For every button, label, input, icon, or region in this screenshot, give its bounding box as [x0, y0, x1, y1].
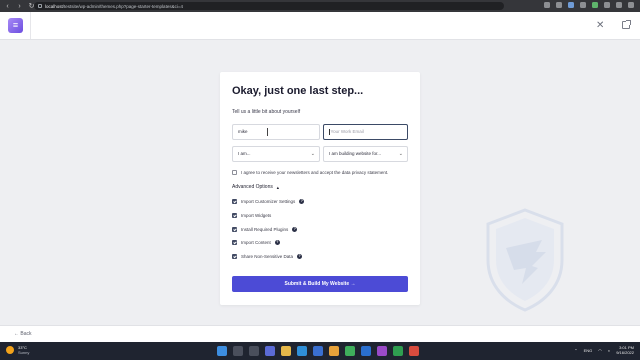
email-placeholder: Your Work Email — [330, 129, 364, 134]
whatsapp-icon[interactable] — [345, 346, 355, 356]
role-select[interactable]: I am... ⌄ — [232, 146, 320, 162]
profile-icon[interactable] — [616, 2, 622, 8]
chat-icon[interactable] — [265, 346, 275, 356]
start-icon[interactable] — [217, 346, 227, 356]
extension-icon[interactable] — [544, 2, 550, 8]
wizard-header: ≡ ✕ — [0, 12, 640, 40]
external-link-icon[interactable] — [622, 20, 631, 29]
newsletter-label: I agree to receive your newsletters and … — [241, 170, 389, 175]
premiere-icon[interactable] — [377, 346, 387, 356]
option-label: Share Non-Sensitive Data — [241, 254, 294, 259]
extensions-puzzle-icon[interactable] — [604, 2, 610, 8]
email-input[interactable]: Your Work Email — [323, 124, 408, 140]
info-icon[interactable]: ? — [274, 240, 280, 245]
tray-chevron-icon[interactable]: ⌃ — [574, 348, 577, 353]
option-row[interactable]: Import Widgets — [232, 213, 271, 218]
info-icon[interactable]: ? — [292, 227, 298, 232]
chevron-down-icon: ⌄ — [398, 151, 403, 157]
menu-icon[interactable] — [628, 2, 634, 8]
clock-date: 9/16/2022 — [616, 350, 634, 355]
purpose-select[interactable]: I am building website for... ⌄ — [323, 146, 408, 162]
extension-icon[interactable] — [556, 2, 562, 8]
address-text: localhost/testsite/wp-admin/themes.php?p… — [45, 3, 183, 9]
brand-logo-icon: ≡ — [8, 18, 23, 33]
subtitle: Tell us a little bit about yourself — [232, 109, 301, 115]
wifi-icon[interactable]: ◠ — [598, 348, 602, 353]
taskbar: 33°C Sunny ⌃ ENG ◠ ◖ 3:01 PM 9/16/2022 — [0, 342, 640, 360]
volume-icon[interactable]: ◖ — [608, 348, 610, 353]
info-icon[interactable]: ? — [299, 199, 305, 204]
option-label: Import Content — [241, 240, 271, 245]
file-explorer-icon[interactable] — [281, 346, 291, 356]
language-indicator[interactable]: ENG — [584, 348, 593, 353]
option-checkbox[interactable] — [232, 254, 237, 259]
arrow-right-icon: → — [350, 281, 356, 287]
option-checkbox[interactable] — [232, 240, 237, 245]
page-title: Okay, just one last step... — [232, 85, 364, 97]
purpose-select-value: I am building website for... — [329, 151, 382, 156]
submit-label: Submit & Build My Website — [284, 281, 350, 287]
extension-icon[interactable] — [568, 2, 574, 8]
word-icon[interactable] — [361, 346, 371, 356]
search-icon[interactable] — [233, 346, 243, 356]
back-arrow-icon[interactable]: ‹ — [3, 2, 12, 11]
newsletter-checkbox[interactable] — [232, 170, 237, 175]
newsletter-row[interactable]: I agree to receive your newsletters and … — [232, 170, 388, 175]
option-row[interactable]: Install Required Plugins ? — [232, 227, 298, 232]
name-input[interactable]: mike — [232, 124, 320, 140]
task-view-icon[interactable] — [249, 346, 259, 356]
back-button[interactable]: ← Back — [14, 331, 32, 337]
option-row[interactable]: Import Content ? — [232, 240, 280, 245]
browser-toolbar: ‹ › ↻ localhost/testsite/wp-admin/themes… — [0, 0, 640, 12]
store-icon[interactable] — [313, 346, 323, 356]
taskbar-apps — [217, 346, 419, 356]
option-checkbox[interactable] — [232, 199, 237, 204]
eagle-shield-watermark-icon — [486, 208, 564, 312]
extensions-area — [544, 2, 634, 8]
weather-widget[interactable]: 33°C Sunny — [6, 345, 29, 355]
close-icon[interactable]: ✕ — [596, 21, 604, 31]
edge-icon[interactable] — [297, 346, 307, 356]
clock[interactable]: 3:01 PM 9/16/2022 — [616, 345, 634, 355]
name-value: mike — [238, 129, 248, 134]
app-icon[interactable] — [409, 346, 419, 356]
option-checkbox[interactable] — [232, 227, 237, 232]
text-cursor-icon — [267, 128, 268, 136]
extension-icon[interactable] — [580, 2, 586, 8]
input-caret — [329, 128, 330, 135]
option-row[interactable]: Import Customizer Settings ? — [232, 199, 305, 204]
option-label: Import Widgets — [241, 213, 272, 218]
weather-condition: Sunny — [18, 350, 30, 355]
forward-arrow-icon[interactable]: › — [15, 2, 24, 11]
chevron-up-icon: ▲ — [275, 184, 280, 190]
chrome-icon[interactable] — [329, 346, 339, 356]
option-label: Import Customizer Settings — [241, 199, 296, 204]
site-info-icon[interactable] — [38, 4, 42, 8]
role-select-value: I am... — [238, 151, 251, 156]
option-row[interactable]: Share Non-Sensitive Data ? — [232, 254, 303, 259]
setup-card: Okay, just one last step... Tell us a li… — [220, 72, 420, 305]
advanced-options-label: Advanced Options — [232, 184, 273, 190]
advanced-options-toggle[interactable]: Advanced Options ▲ — [232, 184, 280, 190]
option-label: Install Required Plugins — [241, 227, 289, 232]
address-bar[interactable]: localhost/testsite/wp-admin/themes.php?p… — [34, 2, 504, 10]
option-checkbox[interactable] — [232, 213, 237, 218]
wizard-footer: ← Back — [0, 325, 640, 342]
system-tray: ⌃ ENG ◠ ◖ 3:01 PM 9/16/2022 — [574, 345, 634, 355]
excel-icon[interactable] — [393, 346, 403, 356]
sun-icon — [6, 346, 14, 354]
extension-icon[interactable] — [592, 2, 598, 8]
header-divider — [30, 12, 31, 39]
chevron-down-icon: ⌄ — [310, 151, 315, 157]
submit-build-button[interactable]: Submit & Build My Website → — [232, 276, 408, 292]
info-icon[interactable]: ? — [297, 254, 303, 259]
